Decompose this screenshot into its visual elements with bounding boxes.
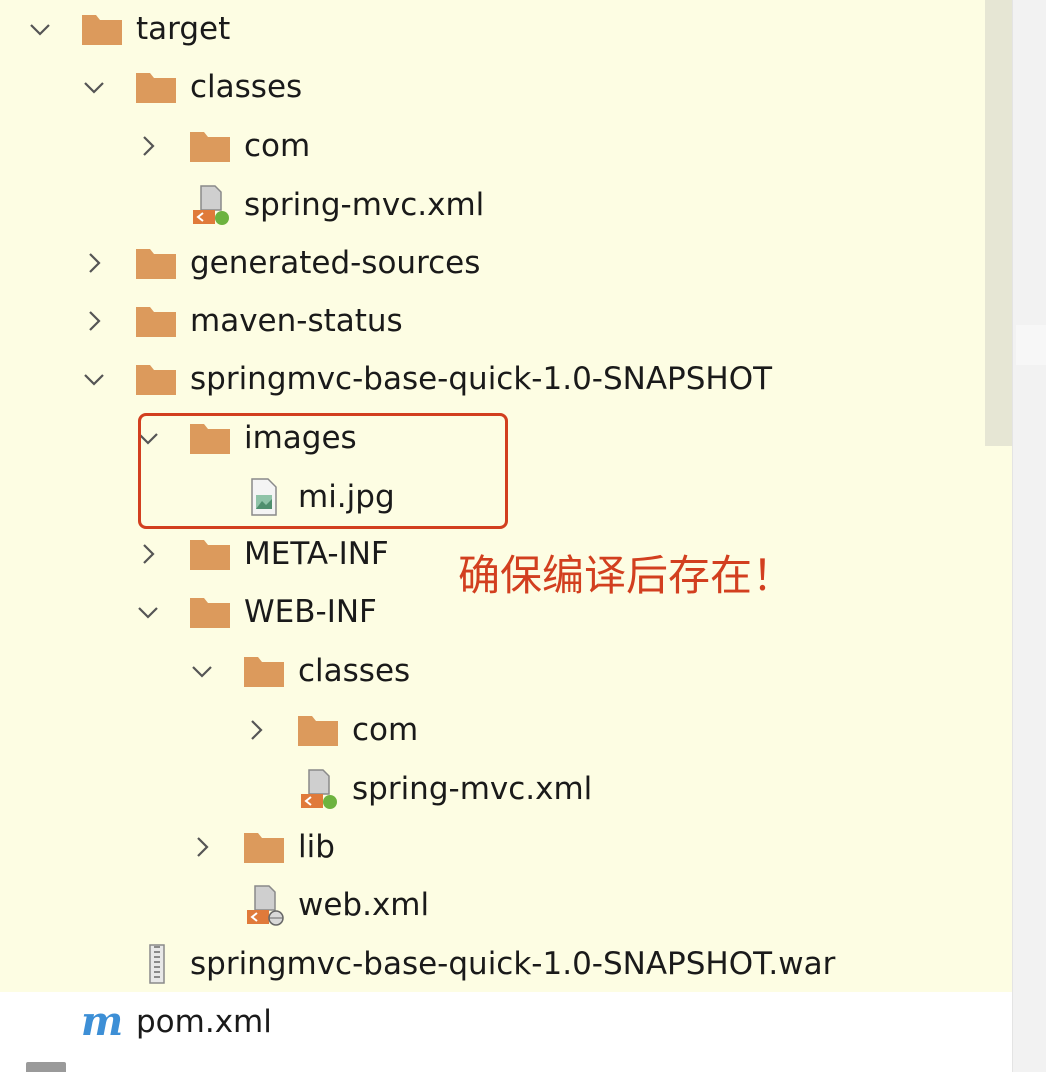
chevron-down-icon[interactable]	[188, 657, 216, 685]
tree-row-lib[interactable]: lib	[0, 818, 980, 876]
folder-icon	[296, 708, 340, 752]
chevron-down-icon[interactable]	[26, 15, 54, 43]
chevron-down-icon[interactable]	[80, 365, 108, 393]
archive-icon	[134, 942, 178, 986]
tree-item-label: classes	[298, 653, 411, 689]
tree-item-label: spring-mvc.xml	[244, 187, 485, 223]
spring-xml-icon	[188, 183, 232, 227]
tree-item-label: spring-mvc.xml	[352, 771, 593, 807]
tree-item-label: springmvc-base-quick-1.0-SNAPSHOT.war	[190, 946, 836, 982]
tree-row-classes[interactable]: classes	[0, 58, 980, 116]
tree-item-label: target	[136, 11, 231, 47]
tree-item-label: web.xml	[298, 887, 430, 923]
editor-edge	[1016, 325, 1046, 365]
tree-row-web-inf-classes[interactable]: classes	[0, 642, 980, 700]
tree-item-label: WEB-INF	[244, 594, 377, 630]
folder-icon	[188, 532, 232, 576]
tree-item-label: com	[352, 712, 419, 748]
chevron-right-icon[interactable]	[242, 716, 270, 744]
scrollbar-thumb[interactable]	[985, 0, 1012, 446]
folder-icon	[26, 1062, 66, 1072]
tree-row-web-inf-spring-mvc-xml[interactable]: spring-mvc.xml	[0, 760, 980, 818]
folder-icon	[134, 241, 178, 285]
tree-item-label: pom.xml	[136, 1004, 272, 1040]
folder-icon	[242, 825, 286, 869]
tree-row-war[interactable]: springmvc-base-quick-1.0-SNAPSHOT.war	[0, 935, 980, 993]
tree-row-com[interactable]: com	[0, 117, 980, 175]
folder-icon	[80, 7, 124, 51]
web-xml-icon	[242, 883, 286, 927]
folder-icon	[242, 649, 286, 693]
chevron-down-icon[interactable]	[80, 73, 108, 101]
tree-row-pom-xml[interactable]: m pom.xml	[0, 993, 980, 1051]
tree-row-generated-sources[interactable]: generated-sources	[0, 234, 980, 292]
tree-row-maven-status[interactable]: maven-status	[0, 292, 980, 350]
folder-icon	[134, 65, 178, 109]
tree-item-label: com	[244, 128, 311, 164]
folder-icon	[188, 124, 232, 168]
tree-row-spring-mvc-xml[interactable]: spring-mvc.xml	[0, 176, 980, 234]
scrollbar-track[interactable]	[1012, 0, 1046, 1072]
chevron-right-icon[interactable]	[134, 132, 162, 160]
chevron-down-icon[interactable]	[134, 598, 162, 626]
tree-row-target[interactable]: target	[0, 0, 980, 58]
tree-row-web-xml[interactable]: web.xml	[0, 876, 980, 934]
tree-item-label: springmvc-base-quick-1.0-SNAPSHOT	[190, 361, 773, 397]
chevron-right-icon[interactable]	[134, 540, 162, 568]
maven-icon: m	[80, 998, 124, 1045]
highlight-box	[138, 413, 508, 529]
spring-xml-icon	[296, 767, 340, 811]
annotation-text: 确保编译后存在！	[458, 551, 795, 600]
chevron-right-icon[interactable]	[188, 833, 216, 861]
folder-icon	[134, 357, 178, 401]
folder-icon	[134, 299, 178, 343]
chevron-right-icon[interactable]	[80, 307, 108, 335]
tree-item-label: generated-sources	[190, 245, 481, 281]
tree-item-label: lib	[298, 829, 335, 865]
folder-icon	[188, 590, 232, 634]
chevron-right-icon[interactable]	[80, 249, 108, 277]
tree-item-label: maven-status	[190, 303, 403, 339]
tree-item-label: META-INF	[244, 536, 389, 572]
tree-item-label: classes	[190, 69, 303, 105]
tree-row-web-inf-com[interactable]: com	[0, 701, 980, 759]
tree-row-snapshot-folder[interactable]: springmvc-base-quick-1.0-SNAPSHOT	[0, 350, 980, 408]
